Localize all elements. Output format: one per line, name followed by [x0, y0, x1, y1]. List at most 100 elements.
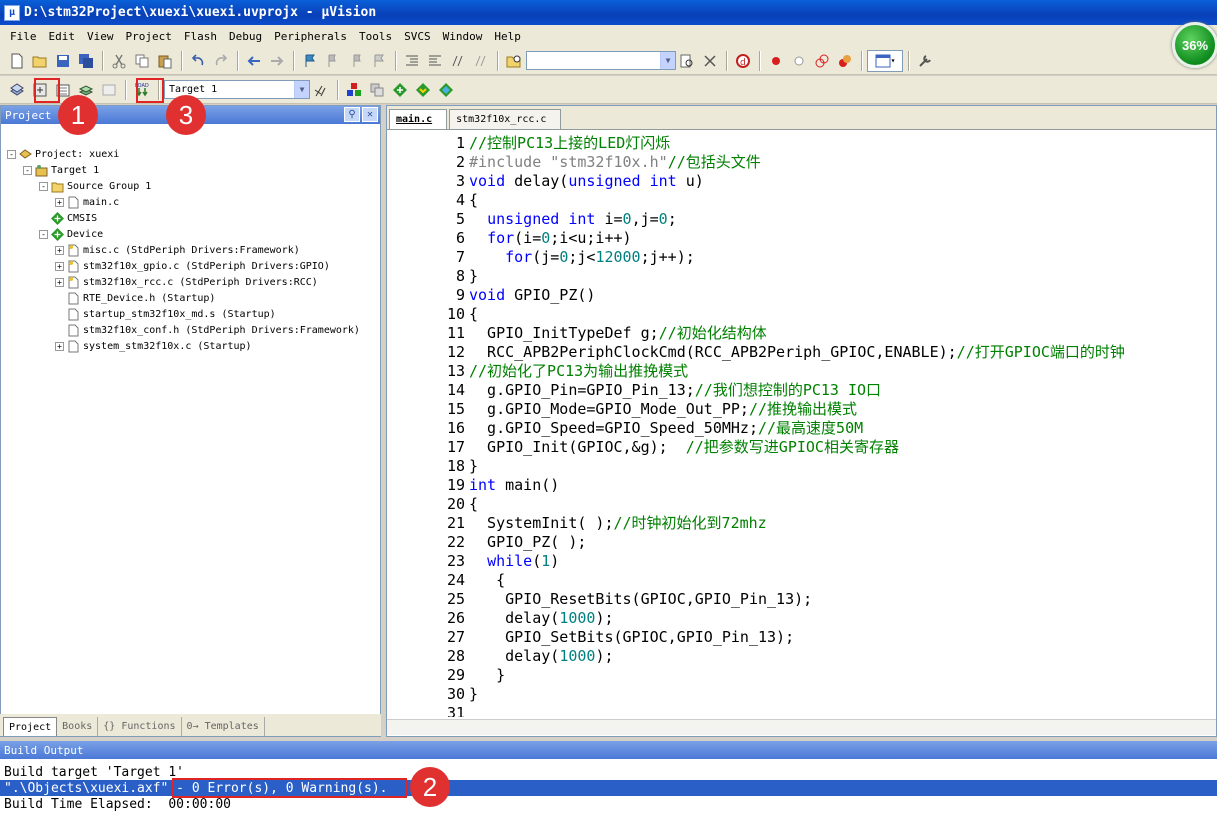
code-token: GPIO_PZ() — [505, 285, 596, 304]
tree-node[interactable]: startup_stm32f10x_md.s (Startup) — [55, 306, 276, 322]
tab-functions[interactable]: {} Functions — [98, 717, 182, 736]
build-icon[interactable] — [29, 79, 51, 101]
line-number: 29 — [446, 665, 465, 684]
tab-stm32f10x-rcc-c[interactable]: stm32f10x_rcc.c — [449, 109, 562, 129]
window-layout-icon[interactable]: ▾ — [867, 49, 903, 72]
collapse-icon[interactable]: - — [39, 181, 48, 191]
code-line: 30} — [387, 684, 1216, 703]
menu-debug[interactable]: Debug — [223, 30, 268, 43]
paste-icon[interactable] — [154, 50, 176, 72]
bookmark-icon[interactable] — [299, 50, 321, 72]
file-icon — [67, 308, 80, 321]
title-bar: µ D:\stm32Project\xuexi\xuexi.uvprojx - … — [0, 0, 1217, 25]
load-download-icon[interactable]: LOAD — [131, 79, 153, 101]
tree-node[interactable]: - Source Group 1 — [39, 178, 151, 194]
chevron-down-icon[interactable]: ▼ — [660, 52, 675, 69]
menu-peripherals[interactable]: Peripherals — [268, 30, 353, 43]
uncomment-icon[interactable] — [470, 50, 492, 72]
kill-all-breakpoints-icon[interactable] — [834, 50, 856, 72]
menu-help[interactable]: Help — [488, 30, 527, 43]
collapse-icon[interactable]: - — [39, 229, 48, 239]
menu-svcs[interactable]: SVCS — [398, 30, 437, 43]
translate-icon[interactable] — [6, 79, 28, 101]
find-combo[interactable]: ▼ — [526, 51, 676, 70]
code-token: 1000 — [559, 646, 596, 665]
code-area[interactable]: 1//控制PC13上接的LED灯闪烁 2 #include "stm32f10x.h… — [387, 131, 1216, 718]
expand-icon[interactable]: + — [55, 261, 64, 271]
cut-icon[interactable] — [108, 50, 130, 72]
tree-node[interactable]: + system_stm32f10x.c (Startup) — [55, 338, 252, 354]
tab-project[interactable]: Project — [3, 717, 58, 736]
breakpoint-disabled-icon[interactable] — [788, 50, 810, 72]
disable-all-breakpoints-icon[interactable] — [811, 50, 833, 72]
collapse-icon[interactable]: - — [7, 149, 16, 159]
save-icon[interactable] — [52, 50, 74, 72]
expand-icon[interactable]: + — [55, 197, 64, 207]
code-token: int — [469, 475, 497, 494]
breakpoint-icon[interactable] — [765, 50, 787, 72]
tab-templates[interactable]: 0→ Templates — [182, 717, 265, 736]
menu-tools[interactable]: Tools — [353, 30, 398, 43]
copy-icon[interactable] — [131, 50, 153, 72]
pin-icon[interactable]: ⚲ — [344, 107, 360, 122]
menu-file[interactable]: File — [4, 30, 43, 43]
new-file-icon[interactable] — [6, 50, 28, 72]
menu-flash[interactable]: Flash — [178, 30, 223, 43]
indent-icon[interactable] — [401, 50, 423, 72]
find-icon[interactable] — [676, 50, 698, 72]
bookmark-next-icon[interactable] — [345, 50, 367, 72]
target-select-value: Target 1 — [169, 84, 218, 95]
pack-installer-icon[interactable] — [412, 79, 434, 101]
tree-node[interactable]: - Device — [39, 226, 103, 242]
menu-edit[interactable]: Edit — [43, 30, 82, 43]
tree-node[interactable]: CMSIS — [39, 210, 97, 226]
code-line: 7 for (j= 0 ;j< 12000 ;j++); — [387, 247, 1216, 266]
bookmark-clear-icon[interactable] — [368, 50, 390, 72]
save-all-icon[interactable] — [75, 50, 97, 72]
tab-main-c[interactable]: main.c — [389, 109, 448, 129]
expand-icon[interactable]: + — [55, 277, 64, 287]
tree-node[interactable]: + stm32f10x_rcc.c (StdPeriph Drivers:RCC) — [55, 274, 318, 290]
bookmark-prev-icon[interactable] — [322, 50, 344, 72]
tree-node[interactable]: + stm32f10x_gpio.c (StdPeriph Drivers:GPI… — [55, 258, 330, 274]
tree-node[interactable]: stm32f10x_conf.h (StdPeriph Drivers:Fram… — [55, 322, 360, 338]
close-icon[interactable]: ✕ — [362, 107, 378, 122]
code-token: //时钟初始化到72mhz — [613, 514, 767, 532]
manage-components-icon[interactable] — [343, 79, 365, 101]
copy-components-icon[interactable] — [366, 79, 388, 101]
comment-icon[interactable] — [447, 50, 469, 72]
tree-node[interactable]: - Project: xuexi — [7, 146, 119, 162]
tree-node[interactable]: + misc.c (StdPeriph Drivers:Framework) — [55, 242, 300, 258]
expand-icon[interactable]: + — [55, 341, 64, 351]
tree-node[interactable]: + main.c — [55, 194, 119, 210]
collapse-icon[interactable]: - — [23, 165, 32, 175]
toolbar-separator — [102, 50, 104, 71]
code-token: ;i<u;i++) — [550, 228, 632, 247]
tree-node[interactable]: - Target 1 — [23, 162, 99, 178]
incremental-find-icon[interactable] — [699, 50, 721, 72]
find-in-files-icon[interactable] — [503, 50, 525, 72]
expand-icon[interactable]: + — [55, 245, 64, 255]
undo-icon[interactable] — [187, 50, 209, 72]
horizontal-scrollbar[interactable] — [387, 719, 1216, 735]
tree-node[interactable]: RTE_Device.h (Startup) — [55, 290, 215, 306]
select-pack-icon[interactable] — [389, 79, 411, 101]
open-folder-icon[interactable] — [29, 50, 51, 72]
debug-start-icon[interactable]: d — [732, 50, 754, 72]
stop-build-icon[interactable] — [98, 79, 120, 101]
menu-project[interactable]: Project — [120, 30, 178, 43]
target-options-icon[interactable] — [310, 79, 332, 101]
redo-icon[interactable] — [210, 50, 232, 72]
tab-books[interactable]: Books — [57, 717, 99, 736]
nav-back-icon[interactable] — [243, 50, 265, 72]
chevron-down-icon[interactable]: ▼ — [294, 81, 309, 98]
menu-view[interactable]: View — [81, 30, 120, 43]
line-number: 14 — [446, 380, 465, 399]
nav-forward-icon[interactable] — [266, 50, 288, 72]
build-line: Build Time Elapsed: 00:00:00 — [4, 796, 231, 812]
menu-window[interactable]: Window — [437, 30, 489, 43]
file-icon — [67, 324, 80, 337]
unindent-icon[interactable] — [424, 50, 446, 72]
configure-icon[interactable] — [914, 50, 936, 72]
run-time-env-icon[interactable] — [435, 79, 457, 101]
